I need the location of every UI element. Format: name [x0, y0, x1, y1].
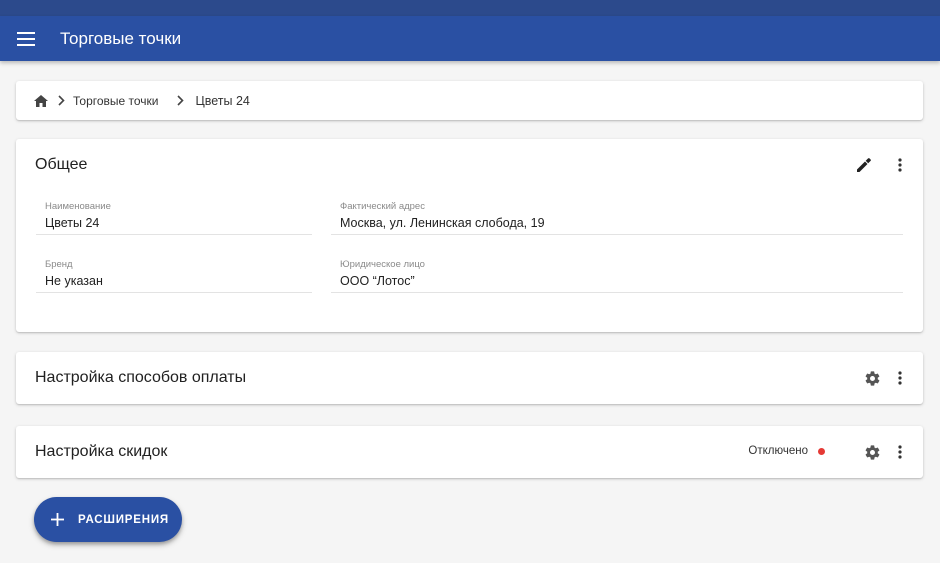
- more-vert-icon: [898, 158, 902, 172]
- address-value: Москва, ул. Ленинская слобода, 19: [340, 216, 545, 230]
- more-vert-icon: [898, 445, 902, 459]
- chevron-right-icon: [176, 95, 184, 106]
- general-card: Общее Наименование Цветы 24 Фактический …: [16, 139, 923, 332]
- name-field[interactable]: Наименование Цветы 24: [36, 201, 312, 235]
- discount-settings-button[interactable]: [858, 438, 886, 466]
- breadcrumb-item-stores[interactable]: Торговые точки: [73, 94, 159, 108]
- extensions-button[interactable]: РАСШИРЕНИЯ: [34, 497, 182, 542]
- payment-more-button[interactable]: [886, 364, 914, 392]
- payment-settings-card[interactable]: Настройка способов оплаты: [16, 352, 923, 404]
- legal-entity-label: Юридическое лицо: [340, 259, 425, 270]
- name-label: Наименование: [45, 201, 111, 212]
- home-icon[interactable]: [34, 94, 48, 107]
- gear-icon: [865, 370, 879, 386]
- more-button[interactable]: [886, 151, 914, 179]
- discount-more-button[interactable]: [886, 438, 914, 466]
- general-title: Общее: [35, 156, 88, 173]
- edit-icon: [857, 158, 871, 172]
- breadcrumb: Торговые точки Цветы 24: [16, 81, 923, 120]
- gear-icon: [865, 444, 879, 460]
- breadcrumb-item-current: Цветы 24: [195, 93, 250, 108]
- payment-settings-button[interactable]: [858, 364, 886, 392]
- app-title: Торговые точки: [60, 28, 182, 48]
- status-badge: Отключено: [748, 445, 825, 457]
- status-bar: [0, 0, 940, 16]
- legal-entity-field[interactable]: Юридическое лицо ООО “Лотос”: [331, 259, 903, 293]
- name-value: Цветы 24: [45, 216, 100, 230]
- plus-icon: [50, 513, 64, 527]
- brand-field[interactable]: Бренд Не указан: [36, 259, 312, 293]
- status-text: Отключено: [748, 445, 808, 457]
- discount-settings-card[interactable]: Настройка скидок Отключено: [16, 426, 923, 478]
- brand-value: Не указан: [45, 274, 103, 288]
- payment-settings-title: Настройка способов оплаты: [35, 369, 247, 386]
- edit-button[interactable]: [850, 151, 878, 179]
- app-bar: Торговые точки: [0, 16, 940, 61]
- chevron-right-icon: [58, 95, 65, 106]
- discount-settings-title: Настройка скидок: [35, 443, 168, 460]
- address-field[interactable]: Фактический адрес Москва, ул. Ленинская …: [331, 201, 903, 235]
- status-dot: [818, 447, 825, 455]
- menu-button[interactable]: [0, 16, 52, 61]
- legal-entity-value: ООО “Лотос”: [340, 274, 415, 288]
- brand-label: Бренд: [45, 259, 73, 270]
- more-vert-icon: [898, 371, 902, 385]
- extensions-label: РАСШИРЕНИЯ: [78, 513, 169, 526]
- hamburger-icon: [17, 31, 35, 46]
- address-label: Фактический адрес: [340, 201, 425, 212]
